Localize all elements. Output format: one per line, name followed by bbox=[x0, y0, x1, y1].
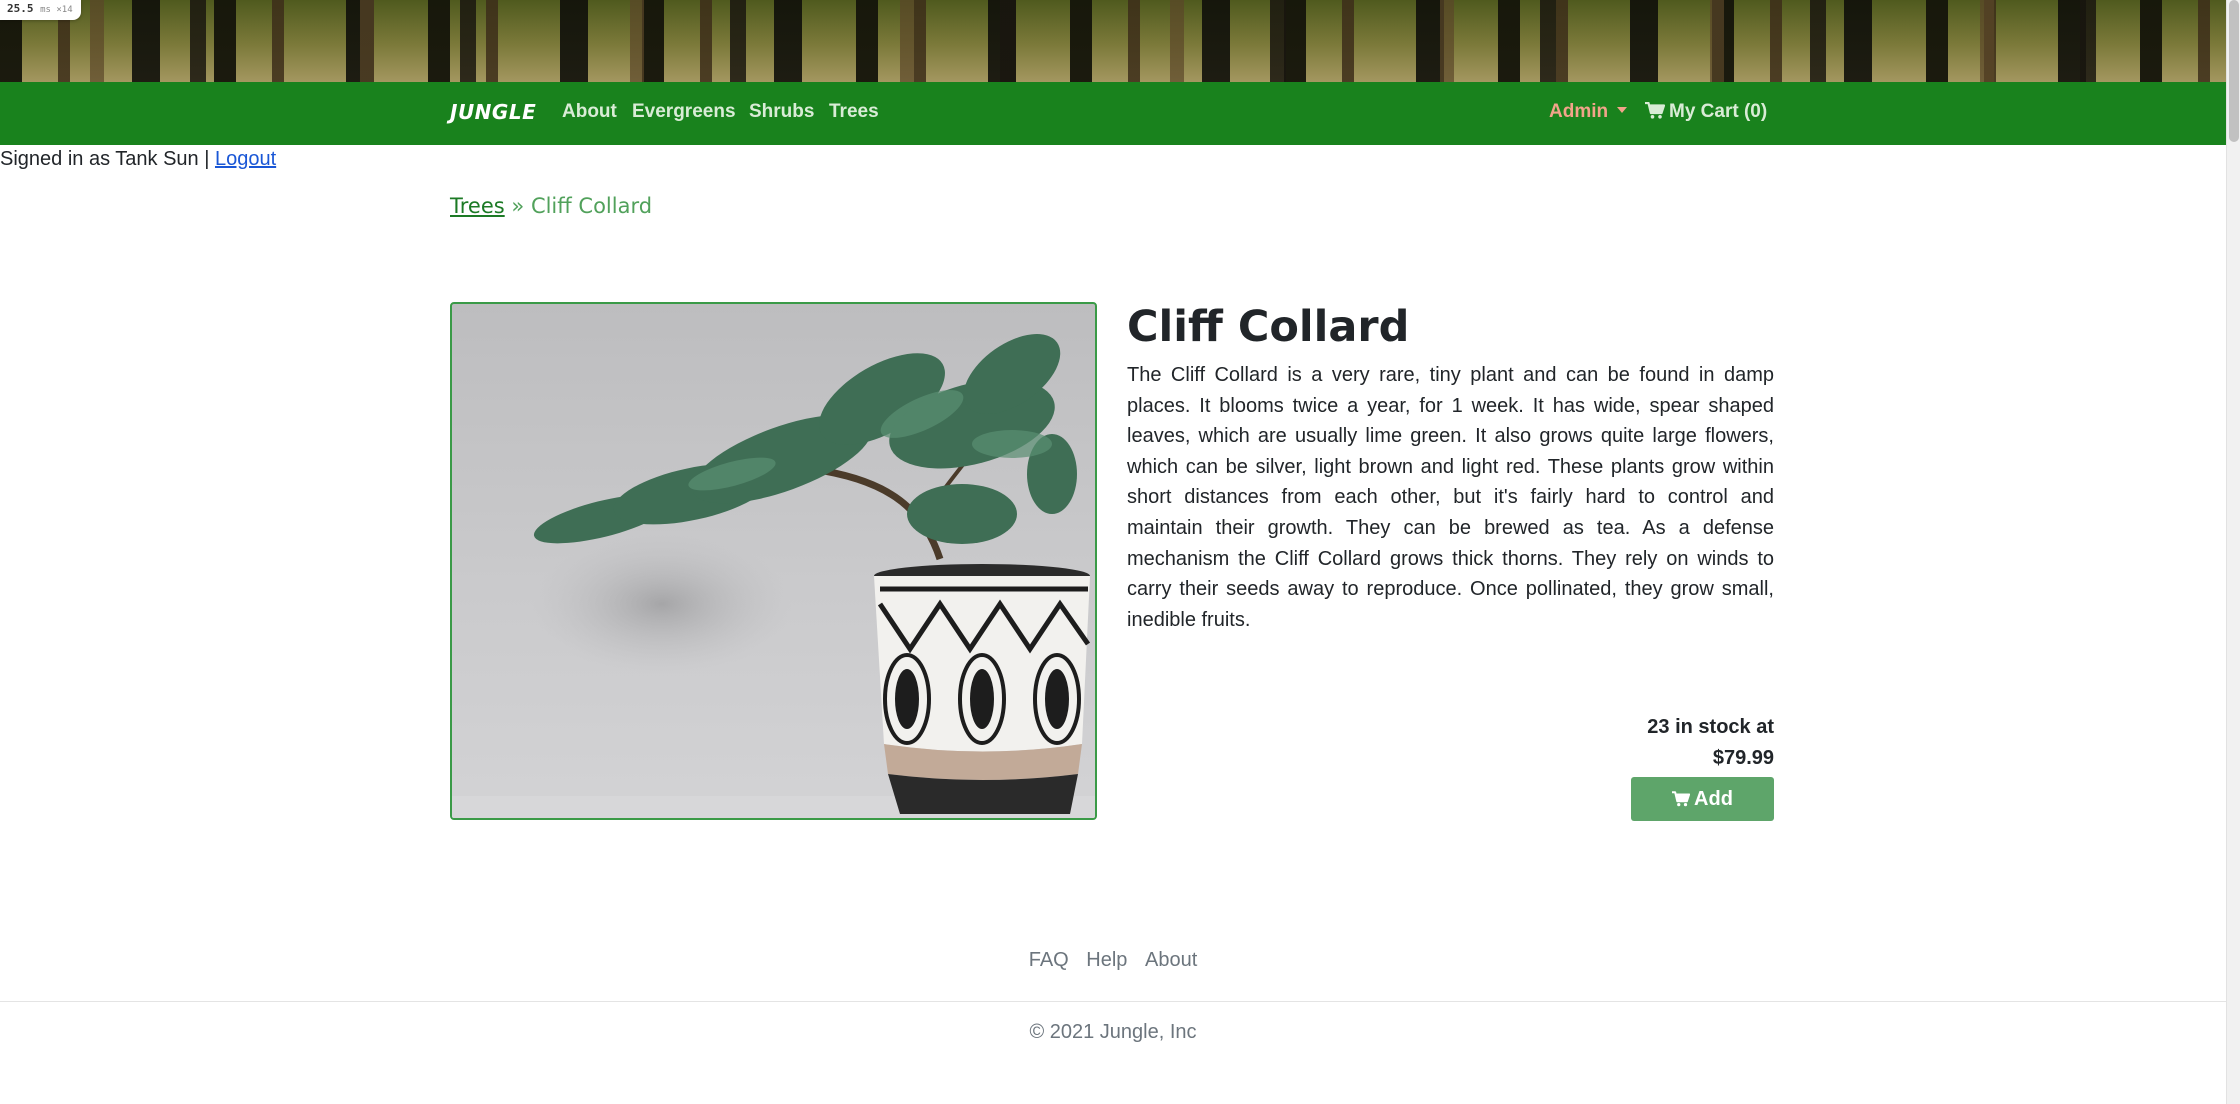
scrollbar-thumb[interactable] bbox=[2229, 0, 2239, 142]
admin-dropdown[interactable]: Admin bbox=[1549, 101, 1628, 123]
logout-link[interactable]: Logout bbox=[215, 148, 276, 170]
nav-link-evergreens[interactable]: Evergreens bbox=[632, 101, 736, 123]
brand-logo[interactable]: JUNGLE bbox=[450, 100, 536, 124]
breadcrumb-trees-link[interactable]: Trees bbox=[450, 194, 505, 218]
footer-link-help[interactable]: Help bbox=[1086, 949, 1127, 971]
copyright: © 2021 Jungle, Inc bbox=[1029, 1021, 1197, 1043]
timing-unit: ms ×14 bbox=[40, 5, 73, 15]
product-price: $79.99 bbox=[1712, 747, 1774, 769]
admin-label: Admin bbox=[1549, 101, 1609, 122]
nav-link-trees[interactable]: Trees bbox=[829, 101, 879, 123]
shopping-cart-icon bbox=[1645, 102, 1665, 119]
footer-link-faq[interactable]: FAQ bbox=[1029, 949, 1069, 971]
nav-link-about[interactable]: About bbox=[562, 101, 617, 123]
caret-down-icon bbox=[1617, 107, 1628, 113]
page-scrollbar[interactable] bbox=[2226, 0, 2240, 1104]
bonsai-image bbox=[452, 334, 1095, 818]
product-image bbox=[450, 302, 1097, 820]
add-to-cart-button[interactable]: Add bbox=[1631, 777, 1774, 821]
navbar: JUNGLE About Evergreens Shrubs Trees Adm… bbox=[0, 82, 2226, 145]
my-cart-label: My Cart (0) bbox=[1669, 101, 1768, 122]
footer-link-about[interactable]: About bbox=[1145, 949, 1197, 971]
breadcrumb-separator: » bbox=[511, 194, 525, 218]
signed-in-status: Signed in as Tank Sun | Logout bbox=[0, 148, 276, 171]
forest-banner-image bbox=[0, 0, 2226, 82]
add-button-label: Add bbox=[1694, 787, 1733, 810]
footer-divider bbox=[0, 1001, 2226, 1002]
shopping-cart-icon bbox=[1672, 790, 1691, 806]
my-cart-link[interactable]: My Cart (0) bbox=[1645, 101, 1767, 123]
timing-value: 25.5 bbox=[7, 2, 34, 15]
nav-link-shrubs[interactable]: Shrubs bbox=[749, 101, 814, 123]
breadcrumb-current: Cliff Collard bbox=[530, 194, 653, 218]
breadcrumb: Trees » Cliff Collard bbox=[450, 194, 652, 218]
product-title: Cliff Collard bbox=[1127, 302, 1410, 352]
footer-links: FAQ Help About bbox=[0, 949, 2226, 972]
stock-count: 23 in stock at bbox=[1647, 716, 1774, 738]
signed-in-text: Signed in as Tank Sun | bbox=[0, 148, 210, 170]
product-description: The Cliff Collard is a very rare, tiny p… bbox=[1127, 364, 1774, 631]
timing-badge: 25.5 ms ×14 bbox=[0, 0, 81, 20]
